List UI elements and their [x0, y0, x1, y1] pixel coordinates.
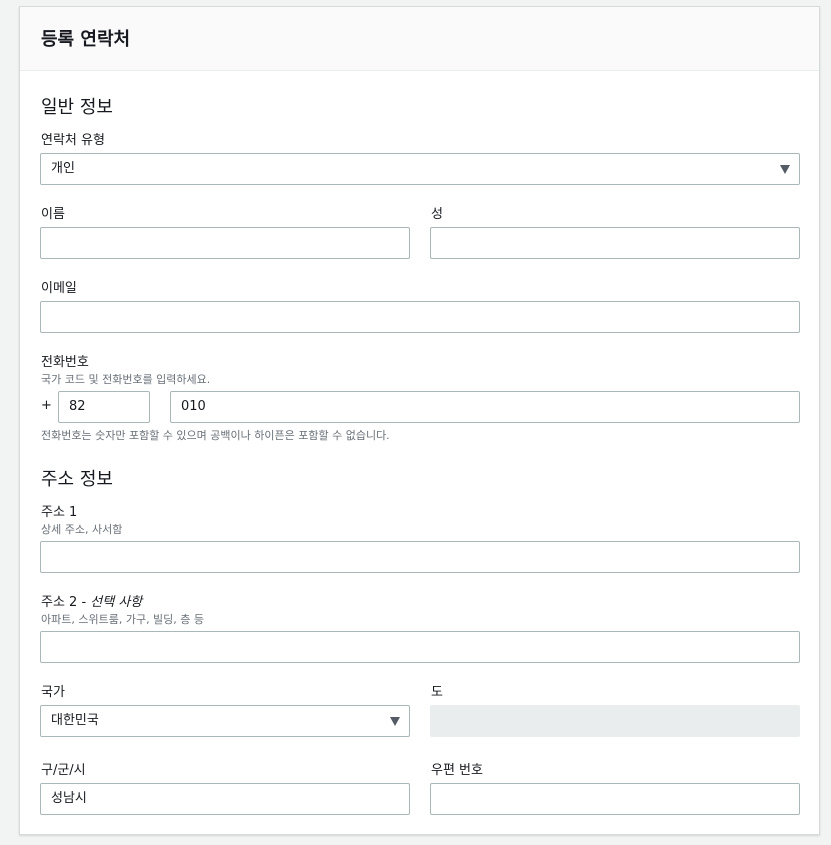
postal-code-field[interactable]	[430, 783, 800, 815]
phone-number-field[interactable]: 010	[170, 391, 800, 423]
address1-label: 주소 1	[41, 505, 78, 520]
last-name-label: 성	[431, 207, 443, 222]
state-field	[430, 705, 800, 737]
phone-label: 전화번호	[41, 355, 89, 370]
first-name-label: 이름	[41, 207, 65, 222]
contact-type-value: 개인	[51, 161, 75, 176]
phone-hint: 전화번호는 숫자만 포함할 수 있으며 공백이나 하이픈은 포함할 수 없습니다…	[41, 429, 390, 442]
chevron-down-icon	[780, 165, 790, 174]
state-label: 도	[431, 685, 443, 700]
email-label: 이메일	[41, 281, 77, 296]
general-section-title: 일반 정보	[41, 97, 113, 118]
city-field[interactable]: 성남시	[40, 783, 410, 815]
address2-optional: 선택 사항	[90, 595, 143, 610]
contact-type-label: 연락처 유형	[41, 133, 105, 148]
chevron-down-icon	[390, 717, 400, 726]
address1-description: 상세 주소, 사서함	[41, 523, 123, 536]
contact-type-select[interactable]: 개인	[40, 153, 800, 185]
city-label: 구/군/시	[41, 763, 86, 778]
country-label: 국가	[41, 685, 65, 700]
page-title: 등록 연락처	[41, 29, 131, 50]
last-name-field[interactable]	[430, 227, 800, 259]
address2-field[interactable]	[40, 631, 800, 663]
country-select[interactable]: 대한민국	[40, 705, 410, 737]
country-value: 대한민국	[51, 713, 99, 728]
address2-label-text: 주소 2 -	[41, 595, 91, 610]
first-name-field[interactable]	[40, 227, 410, 259]
phone-plus-sign: +	[41, 398, 52, 413]
phone-description: 국가 코드 및 전화번호를 입력하세요.	[41, 373, 211, 386]
register-contact-panel: 등록 연락처 일반 정보 연락처 유형 개인 이름 성 이메일 전화번호 국가 …	[19, 6, 820, 835]
address-section-title: 주소 정보	[41, 469, 113, 490]
email-field[interactable]	[40, 301, 800, 333]
panel-header: 등록 연락처	[20, 7, 819, 71]
address2-label: 주소 2 - 선택 사항	[41, 591, 142, 610]
address1-field[interactable]	[40, 541, 800, 573]
postal-code-label: 우편 번호	[431, 763, 483, 778]
address2-description: 아파트, 스위트룸, 가구, 빌딩, 층 등	[41, 613, 205, 626]
country-code-field[interactable]: 82	[58, 391, 150, 423]
